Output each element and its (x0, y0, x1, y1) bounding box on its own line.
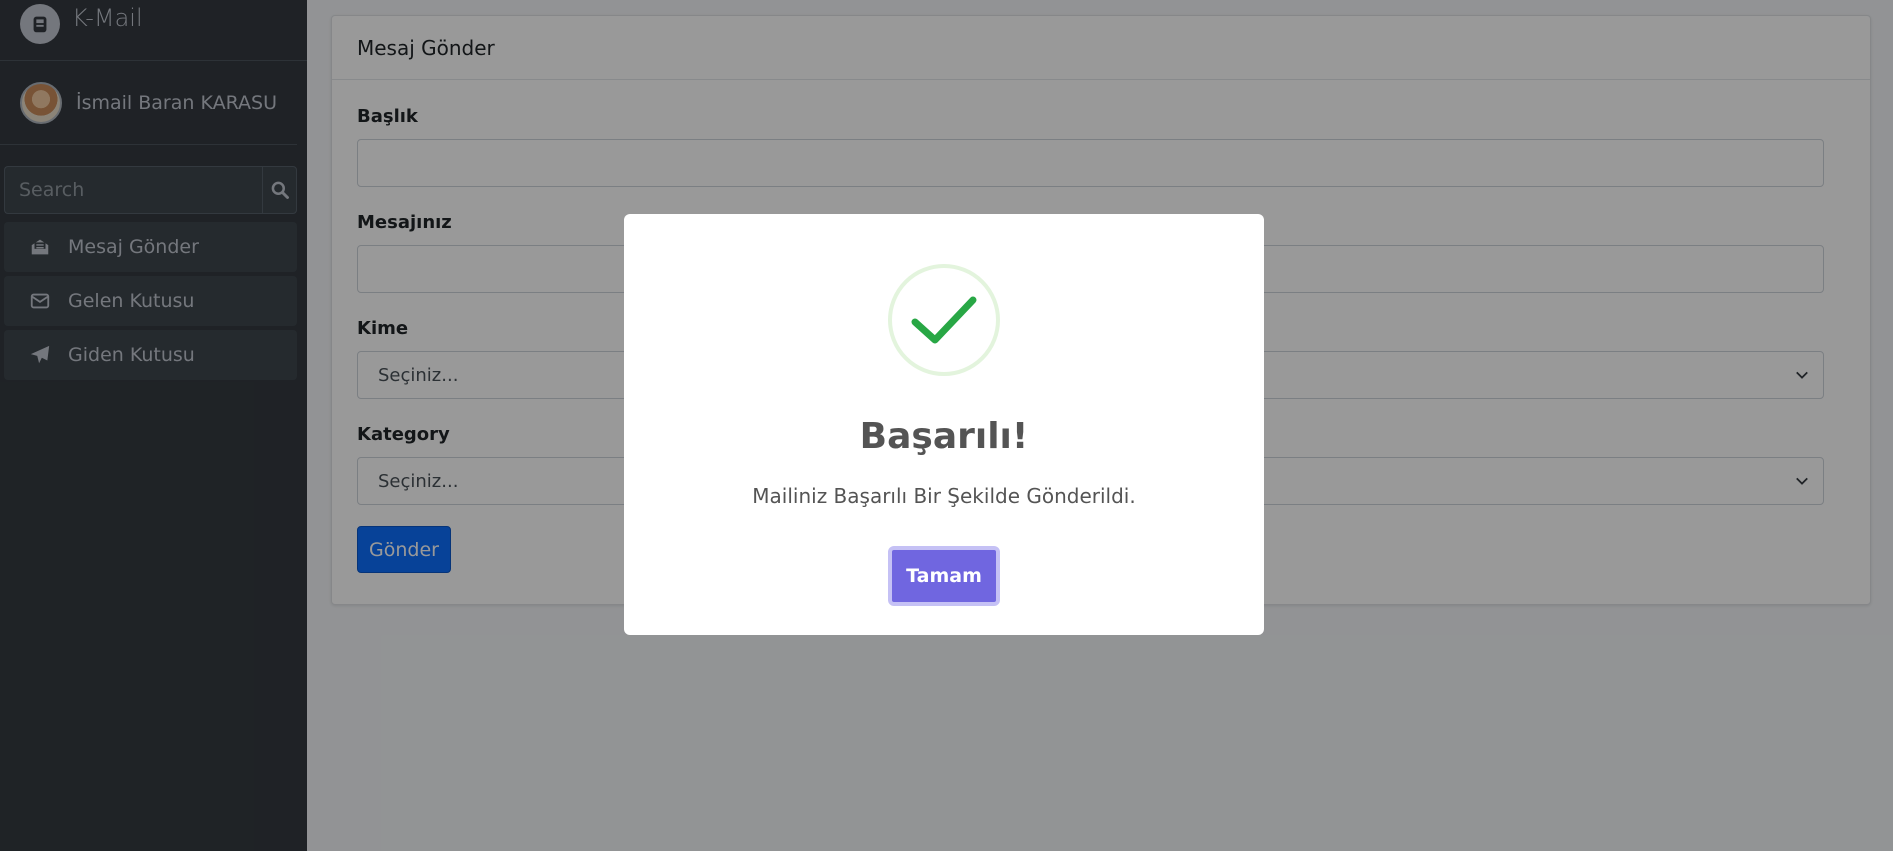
dialog-title: Başarılı! (859, 416, 1029, 457)
dialog-message: Mailiniz Başarılı Bir Şekilde Gönderildi… (752, 484, 1136, 508)
success-dialog: Başarılı! Mailiniz Başarılı Bir Şekilde … (624, 214, 1264, 635)
confirm-button[interactable]: Tamam (888, 546, 1000, 606)
checkmark-icon (888, 264, 1000, 376)
